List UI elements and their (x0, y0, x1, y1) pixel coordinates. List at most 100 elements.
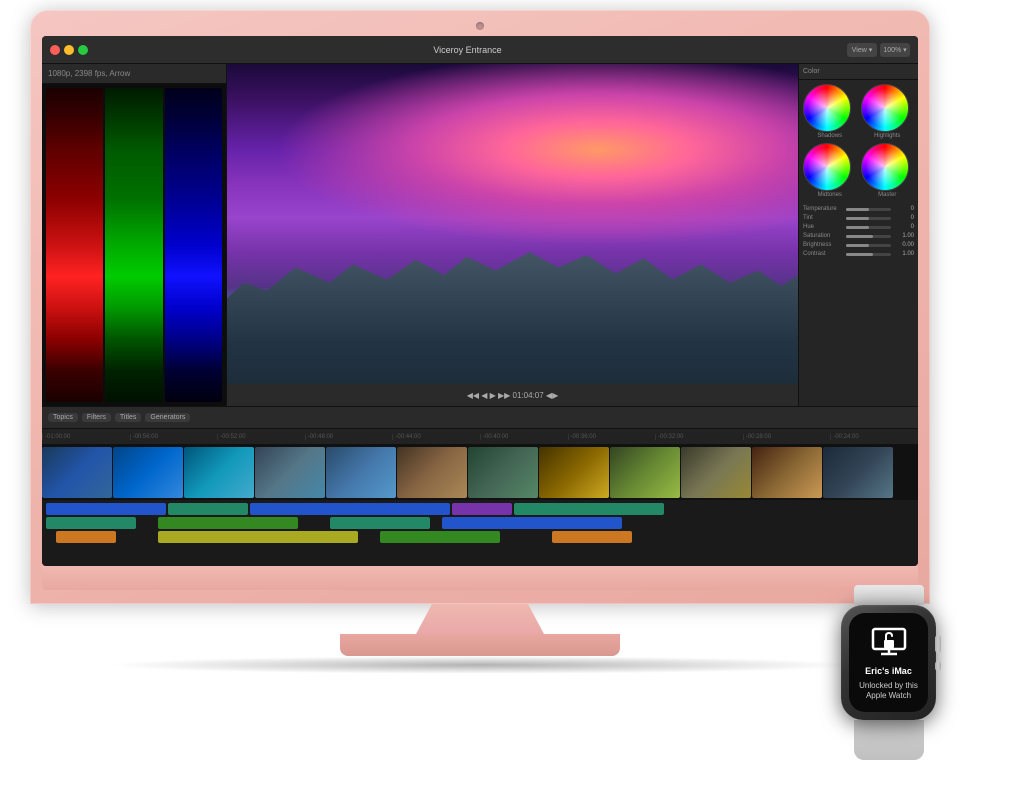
wheel-master[interactable] (861, 143, 909, 191)
hue-slider[interactable] (846, 226, 891, 229)
apple-watch: Eric's iMac Unlocked by thisApple Watch (816, 585, 961, 760)
generators-btn[interactable]: Generators (145, 413, 190, 422)
imac-screen: Viceroy Entrance View ▾ 100% ▾ 1080p, 23… (42, 36, 918, 566)
thumb-2 (113, 447, 183, 498)
watch-case: Eric's iMac Unlocked by thisApple Watch (841, 605, 936, 720)
brightness-value: 0.00 (894, 242, 914, 248)
titles-btn[interactable]: Titles (115, 413, 141, 422)
waveform-blue (165, 88, 222, 402)
contrast-row: Contrast 1.00 (803, 251, 914, 257)
temperature-value: 0 (894, 206, 914, 212)
view-btn[interactable]: View ▾ (847, 43, 877, 57)
wheel-shadows[interactable] (803, 84, 851, 132)
track-bars (42, 500, 918, 546)
temperature-row: Temperature 0 (803, 206, 914, 212)
waveform-panel: 1080p, 2398 fps, Arrow (42, 64, 227, 406)
ruler-mark-2: -00:56:00 (130, 434, 218, 440)
saturation-label: Saturation (803, 233, 843, 239)
ruler-mark-3: -00:52:00 (217, 434, 305, 440)
maximize-button[interactable] (78, 45, 88, 55)
clip-9[interactable] (442, 517, 622, 529)
clip-13[interactable] (552, 531, 632, 543)
contrast-value: 1.00 (894, 251, 914, 257)
rocks-foreground (227, 252, 798, 406)
thumb-10 (681, 447, 751, 498)
topics-btn[interactable]: Topics (48, 413, 78, 422)
toolbar-right: View ▾ 100% ▾ (847, 43, 910, 57)
track-row-2 (42, 517, 918, 529)
hue-value: 0 (894, 224, 914, 230)
thumb-5 (326, 447, 396, 498)
color-wheel-midtones[interactable]: Midtones (803, 143, 857, 198)
tint-label: Tint (803, 215, 843, 221)
clip-10[interactable] (56, 531, 116, 543)
color-wheel-highlights[interactable]: Highlights (861, 84, 915, 139)
fcp-toolbar: Viceroy Entrance View ▾ 100% ▾ (42, 36, 918, 64)
filters-btn[interactable]: Filters (82, 413, 111, 422)
contrast-slider[interactable] (846, 253, 891, 256)
watch-side-button (935, 661, 941, 671)
watch-band-top (854, 585, 924, 605)
color-wheel-shadows[interactable]: Shadows (803, 84, 857, 139)
saturation-row: Saturation 1.00 (803, 233, 914, 239)
temperature-label: Temperature (803, 206, 843, 212)
watch-notification-icon (871, 623, 907, 659)
watch-body: Eric's iMac Unlocked by thisApple Watch (836, 605, 941, 720)
close-button[interactable] (50, 45, 60, 55)
thumb-7 (468, 447, 538, 498)
clip-8[interactable] (330, 517, 430, 529)
imac-chin (42, 566, 918, 590)
brightness-label: Brightness (803, 242, 843, 248)
preview-image (227, 64, 798, 406)
clip-2[interactable] (168, 503, 248, 515)
wheel-highlights[interactable] (861, 84, 909, 132)
timeline-tracks (42, 445, 918, 566)
color-panel-title: Color (803, 68, 820, 75)
wheel-shadows-label: Shadows (803, 133, 857, 139)
saturation-slider[interactable] (846, 235, 891, 238)
ruler-mark-10: -00:24:00 (830, 434, 918, 440)
scene: Viceroy Entrance View ▾ 100% ▾ 1080p, 23… (0, 0, 1016, 788)
timeline-toolbar: Topics Filters Titles Generators (42, 407, 918, 429)
color-wheels: Shadows Highlights Midtones (799, 80, 918, 202)
brightness-slider[interactable] (846, 244, 891, 247)
minimize-button[interactable] (64, 45, 74, 55)
ruler-mark-8: -00:32:00 (655, 434, 743, 440)
resolution-btn[interactable]: 100% ▾ (880, 43, 910, 57)
imac: Viceroy Entrance View ▾ 100% ▾ 1080p, 23… (30, 10, 930, 674)
temperature-slider[interactable] (846, 208, 891, 211)
tint-value: 0 (894, 215, 914, 221)
color-wheel-master[interactable]: Master (861, 143, 915, 198)
facetime-camera (476, 22, 484, 30)
clip-11[interactable] (158, 531, 358, 543)
clip-12[interactable] (380, 531, 500, 543)
ruler-mark-9: -00:28:00 (743, 434, 831, 440)
thumb-3 (184, 447, 254, 498)
waveform-green (105, 88, 162, 402)
clip-5[interactable] (514, 503, 664, 515)
brightness-row: Brightness 0.00 (803, 242, 914, 248)
preview-panel: ◀◀ ◀ ▶ ▶▶ 01:04:07 ◀▶ (227, 64, 798, 406)
clip-4[interactable] (452, 503, 512, 515)
thumb-1 (42, 447, 112, 498)
clip-3[interactable] (250, 503, 450, 515)
tint-slider[interactable] (846, 217, 891, 220)
wheel-midtones[interactable] (803, 143, 851, 191)
wheel-master-label: Master (861, 192, 915, 198)
clip-1[interactable] (46, 503, 166, 515)
thumbnail-strip (42, 445, 918, 500)
ruler-mark-1: -01:00:00 (42, 434, 130, 440)
color-panel-header: Color (799, 64, 918, 80)
clip-6[interactable] (46, 517, 136, 529)
wheel-midtones-label: Midtones (803, 192, 857, 198)
fcp-main: 1080p, 2398 fps, Arrow (42, 64, 918, 406)
watch-band-bottom (854, 720, 924, 760)
hue-row: Hue 0 (803, 224, 914, 230)
imac-shadow (105, 656, 855, 674)
ruler-marks: -01:00:00 -00:56:00 -00:52:00 -00:48:00 … (42, 434, 918, 440)
hue-label: Hue (803, 224, 843, 230)
clip-7[interactable] (158, 517, 298, 529)
thumb-12 (823, 447, 893, 498)
waveform-header: 1080p, 2398 fps, Arrow (42, 64, 226, 84)
imac-stand (30, 604, 930, 656)
